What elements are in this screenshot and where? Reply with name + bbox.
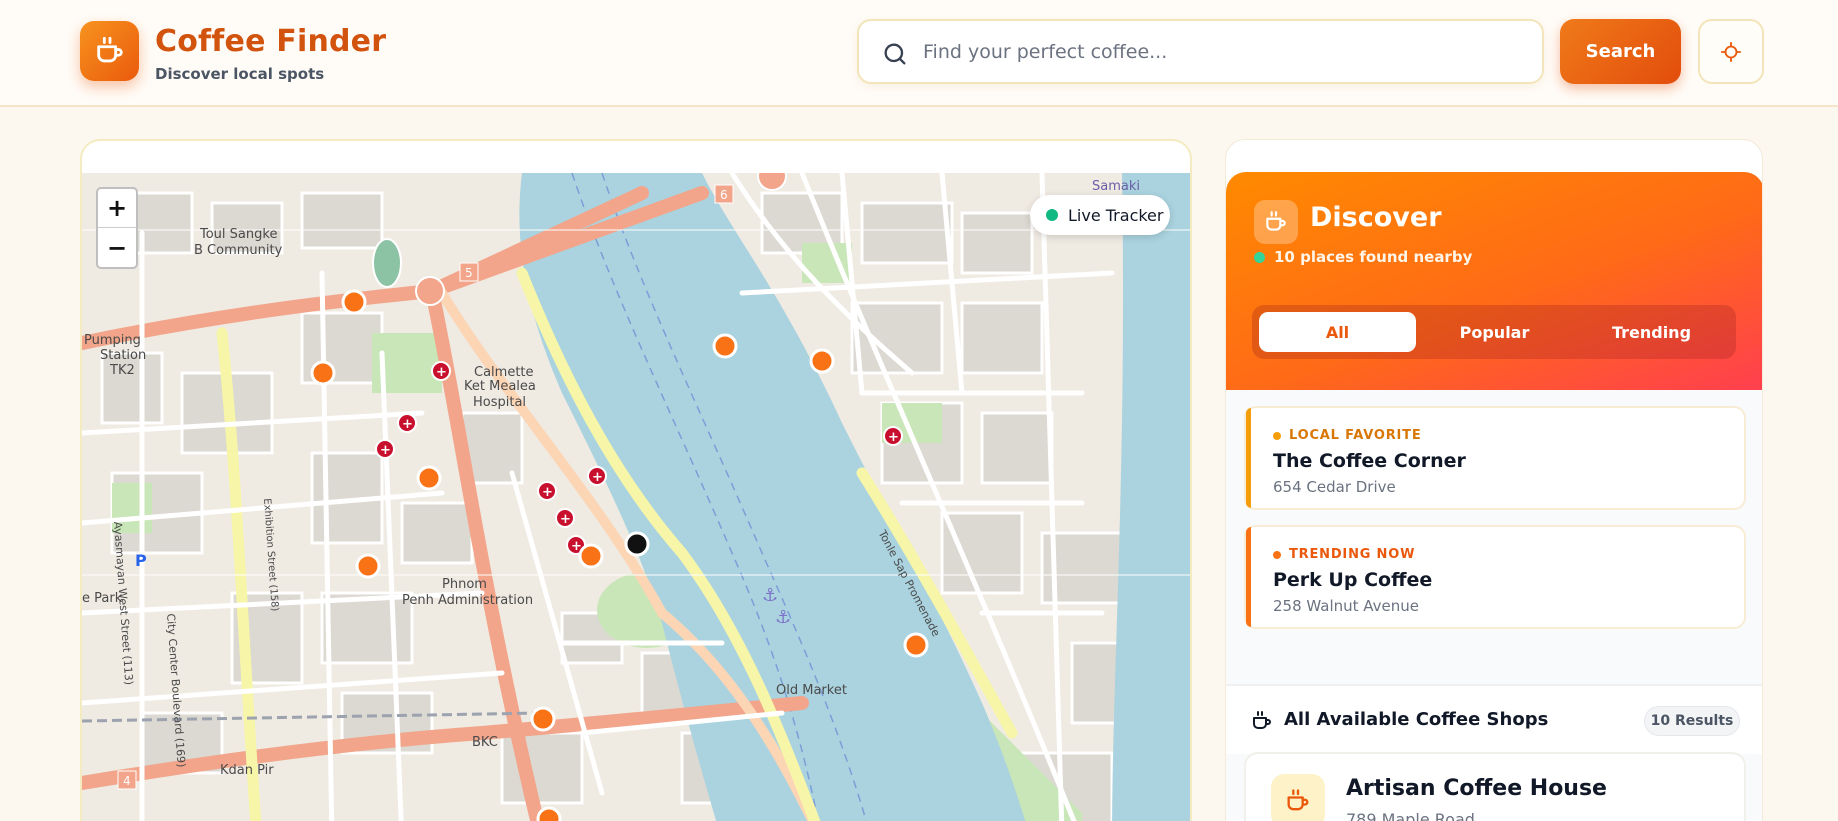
featured-address: 258 Walnut Avenue	[1273, 597, 1420, 615]
coffee-shop-marker	[310, 360, 336, 386]
zoom-controls: + −	[96, 187, 138, 269]
tag-dot-icon	[1273, 550, 1281, 559]
tab-all[interactable]: All	[1259, 312, 1416, 352]
filter-tabs: All Popular Trending	[1252, 305, 1736, 359]
live-tracker-label: Live Tracker	[1068, 205, 1164, 225]
nearby-status: 10 places found nearby	[1254, 248, 1472, 266]
card-accent-bar	[1246, 408, 1251, 508]
coffee-shop-marker	[809, 348, 835, 374]
coffee-shop-marker	[355, 553, 381, 579]
card-accent-bar	[1246, 527, 1251, 627]
coffee-shop-marker	[903, 632, 929, 658]
coffee-shop-marker	[578, 543, 604, 569]
coffee-shop-marker	[341, 289, 367, 315]
coffee-shop-marker	[530, 706, 556, 732]
app-header: Coffee Finder Discover local spots Searc…	[0, 0, 1838, 107]
user-location-marker	[624, 531, 650, 557]
search-input[interactable]	[923, 35, 1523, 69]
shop-name: Artisan Coffee House	[1346, 776, 1607, 801]
brand-subtitle: Discover local spots	[155, 65, 325, 83]
featured-card[interactable]: TRENDING NOW Perk Up Coffee 258 Walnut A…	[1244, 525, 1746, 629]
coffee-shop-marker	[712, 333, 738, 359]
featured-name: Perk Up Coffee	[1273, 569, 1433, 591]
search-button[interactable]: Search	[1560, 19, 1681, 84]
coffee-shop-marker	[416, 465, 442, 491]
shop-list-item[interactable]: Artisan Coffee House 789 Maple Road	[1244, 752, 1746, 821]
discover-panel: Discover 10 places found nearby All Popu…	[1226, 172, 1762, 390]
live-status-icon	[1046, 209, 1058, 221]
coffee-cup-icon[interactable]	[80, 21, 139, 81]
discover-title: Discover	[1310, 202, 1442, 233]
coffee-cup-icon	[1253, 711, 1271, 729]
live-tracker-badge[interactable]: Live Tracker	[1030, 195, 1170, 235]
featured-tag-label: TRENDING NOW	[1289, 547, 1416, 562]
tag-dot-icon	[1273, 431, 1281, 440]
featured-address: 654 Cedar Drive	[1273, 478, 1396, 496]
locate-me-button[interactable]	[1698, 19, 1764, 84]
coffee-cup-icon	[1271, 774, 1325, 821]
nearby-count-text: 10 places found nearby	[1274, 248, 1473, 266]
coffee-shop-marker	[536, 806, 562, 821]
tab-popular[interactable]: Popular	[1416, 312, 1573, 352]
zoom-in-button[interactable]: +	[98, 189, 136, 228]
brand-title: Coffee Finder	[155, 24, 387, 59]
sidebar: Discover 10 places found nearby All Popu…	[1225, 139, 1763, 821]
featured-name: The Coffee Corner	[1273, 450, 1466, 472]
tab-trending[interactable]: Trending	[1573, 312, 1730, 352]
all-shops-title: All Available Coffee Shops	[1284, 709, 1549, 730]
status-dot-icon	[1254, 251, 1265, 263]
all-shops-header: All Available Coffee Shops 10 Results	[1226, 684, 1762, 754]
featured-card[interactable]: LOCAL FAVORITE The Coffee Corner 654 Ced…	[1244, 406, 1746, 510]
search-icon	[884, 43, 906, 65]
featured-tag-label: LOCAL FAVORITE	[1289, 428, 1422, 443]
crosshair-icon	[1720, 41, 1742, 62]
zoom-out-button[interactable]: −	[98, 228, 136, 267]
shop-address: 789 Maple Road	[1346, 810, 1475, 821]
results-count-badge: 10 Results	[1644, 706, 1740, 736]
map-view[interactable]: P 5 6 4 ⚓ ⚓ Toul Sangke B Community Pump…	[82, 173, 1192, 821]
featured-tag: TRENDING NOW	[1273, 547, 1415, 562]
map-card: P 5 6 4 ⚓ ⚓ Toul Sangke B Community Pump…	[80, 139, 1192, 821]
featured-tag: LOCAL FAVORITE	[1273, 428, 1422, 443]
search-box	[857, 19, 1544, 84]
coffee-cup-icon	[1254, 200, 1298, 244]
coffee-markers[interactable]	[82, 173, 1192, 821]
